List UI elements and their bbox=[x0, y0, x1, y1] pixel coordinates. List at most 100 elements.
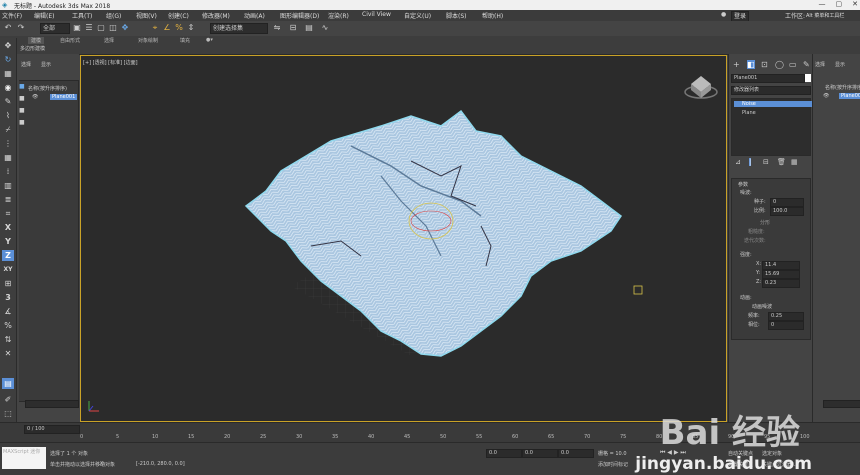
grid-icon[interactable]: ▥ bbox=[2, 180, 14, 191]
menu-scripting[interactable]: 脚本(S) bbox=[446, 11, 467, 20]
ribbon-tab-selection[interactable]: 选择 bbox=[104, 37, 114, 44]
strength-y-field[interactable]: 15.69 bbox=[762, 270, 800, 279]
fractal-checkbox[interactable]: 分形 bbox=[760, 219, 770, 226]
menu-tools[interactable]: 工具(T) bbox=[72, 11, 92, 20]
mirror-tool-icon[interactable]: ⬚ bbox=[2, 408, 14, 419]
scene-tab-select[interactable]: 选择 bbox=[21, 61, 31, 68]
add-time-tag[interactable]: 添加时间标记 bbox=[598, 461, 628, 468]
filter-shapes-icon[interactable]: ■ bbox=[19, 95, 25, 102]
menu-animation[interactable]: 动画(A) bbox=[244, 11, 265, 20]
ribbon-options-icon[interactable]: ●▾ bbox=[206, 37, 213, 43]
toggle-ribbon-icon[interactable]: ▤ bbox=[2, 378, 14, 389]
right-scrollbar[interactable] bbox=[823, 400, 860, 408]
right-tab-display[interactable]: 显示 bbox=[835, 61, 845, 68]
pin-stack-icon[interactable]: ⊿ bbox=[735, 158, 741, 166]
strength-x-field[interactable]: 11.4 bbox=[762, 261, 800, 270]
align-tool-icon[interactable]: ≣ bbox=[2, 194, 14, 205]
modifier-list-dropdown[interactable]: 修改器列表 bbox=[731, 86, 811, 95]
angle-snap-icon[interactable]: ∠ bbox=[162, 23, 172, 33]
slice-icon[interactable]: ⌿ bbox=[2, 124, 14, 135]
menu-create[interactable]: 创建(C) bbox=[168, 11, 189, 20]
rotate-tool-icon[interactable]: ↻ bbox=[2, 54, 14, 65]
stack-item-noise[interactable]: Noise bbox=[734, 101, 816, 107]
phase-field[interactable]: 0 bbox=[768, 321, 804, 330]
menu-view[interactable]: 视图(V) bbox=[136, 11, 157, 20]
maxscript-listener[interactable]: MAXScript 迷你 bbox=[2, 447, 46, 469]
redo-icon[interactable]: ↷ bbox=[16, 23, 26, 33]
axis-y-icon[interactable]: Y bbox=[2, 236, 14, 247]
y-coord-field[interactable]: 0.0 bbox=[522, 449, 558, 458]
mirror-icon[interactable]: ⇋ bbox=[272, 23, 282, 33]
viewport-canvas[interactable] bbox=[81, 56, 727, 422]
paint-icon[interactable]: ✎ bbox=[2, 96, 14, 107]
scene-scrollbar[interactable] bbox=[25, 400, 79, 408]
array-icon[interactable]: ▦ bbox=[2, 152, 14, 163]
object-color-swatch[interactable] bbox=[805, 74, 811, 82]
menu-group[interactable]: 组(G) bbox=[106, 11, 121, 20]
layer-explorer-icon[interactable]: ▤ bbox=[304, 23, 314, 33]
scale-field[interactable]: 100.0 bbox=[770, 207, 804, 216]
select-object-icon[interactable]: ▣ bbox=[72, 23, 82, 33]
scene-item-plane001[interactable]: Plane001 bbox=[50, 94, 78, 100]
animate-noise-checkbox[interactable]: 动画噪波 bbox=[752, 303, 772, 310]
ribbon-tab-object-paint[interactable]: 对象绘制 bbox=[138, 37, 158, 44]
select-by-name-icon[interactable]: ☰ bbox=[84, 23, 94, 33]
modify-tab-icon[interactable]: ◧ bbox=[747, 60, 755, 69]
object-name-field[interactable]: Plane001 bbox=[731, 74, 805, 83]
right-eye-icon[interactable]: 👁 bbox=[823, 93, 829, 99]
remove-modifier-icon[interactable]: 🗑 bbox=[777, 158, 786, 166]
snap-icon[interactable]: ⌗ bbox=[2, 208, 14, 219]
menu-edit[interactable]: 编辑(E) bbox=[34, 11, 54, 20]
menu-modifiers[interactable]: 修改器(M) bbox=[202, 11, 230, 20]
snap-toggle-icon[interactable]: ⌖ bbox=[150, 23, 160, 33]
menu-rendering[interactable]: 渲染(R) bbox=[328, 11, 349, 20]
close-button[interactable]: ✕ bbox=[852, 0, 858, 8]
create-tab-icon[interactable]: + bbox=[733, 60, 740, 69]
seed-field[interactable]: 0 bbox=[770, 198, 804, 207]
right-tab-select[interactable]: 选择 bbox=[815, 61, 825, 68]
selection-filter-dropdown[interactable]: 全部 bbox=[40, 23, 70, 34]
scale-tool-icon[interactable]: ▦ bbox=[2, 68, 14, 79]
edge-tool-icon[interactable]: ⌇ bbox=[2, 110, 14, 121]
percent-icon[interactable]: % bbox=[2, 320, 14, 331]
named-selection-dropdown[interactable]: 创建选择集 bbox=[210, 23, 268, 34]
align-icon[interactable]: ⊟ bbox=[288, 23, 298, 33]
connect-icon[interactable]: ⋮ bbox=[2, 138, 14, 149]
time-slider[interactable]: 0 / 100 bbox=[24, 425, 80, 434]
ribbon-tab-freeform[interactable]: 自由形式 bbox=[60, 37, 80, 44]
ribbon-tab-populate[interactable]: 填充 bbox=[180, 37, 190, 44]
curve-editor-icon[interactable]: ∿ bbox=[320, 23, 330, 33]
selection-lock-icon[interactable]: ✕ bbox=[2, 348, 14, 359]
flyout-icon[interactable]: ⊞ bbox=[2, 278, 14, 289]
ribbon-tab-modeling[interactable]: 建模 bbox=[28, 37, 45, 44]
menu-customize[interactable]: 自定义(U) bbox=[404, 11, 431, 20]
axis-x-icon[interactable]: X bbox=[2, 222, 14, 233]
filter-lights-icon[interactable]: ■ bbox=[19, 107, 25, 114]
snap-3d-icon[interactable]: 3 bbox=[2, 292, 14, 303]
sphere-icon[interactable]: ◉ bbox=[2, 82, 14, 93]
rect-selection-icon[interactable]: ▢ bbox=[96, 23, 106, 33]
hierarchy-tab-icon[interactable]: ⊡ bbox=[761, 60, 768, 69]
maximize-button[interactable]: ▢ bbox=[836, 0, 843, 8]
make-unique-icon[interactable]: ⊟ bbox=[763, 158, 769, 166]
angle-icon[interactable]: ∡ bbox=[2, 306, 14, 317]
motion-tab-icon[interactable]: ◯ bbox=[775, 60, 784, 69]
perspective-viewport[interactable]: [+] [透视] [标准] [边面] bbox=[80, 55, 727, 422]
spinner-icon[interactable]: ⇅ bbox=[2, 334, 14, 345]
menu-help[interactable]: 帮助(H) bbox=[482, 11, 503, 20]
menu-file[interactable]: 文件(F) bbox=[2, 11, 22, 20]
axis-z-icon[interactable]: Z bbox=[2, 250, 14, 261]
show-end-result-icon[interactable]: | bbox=[749, 158, 752, 166]
stack-item-plane[interactable]: Plane bbox=[742, 110, 756, 116]
minimize-button[interactable]: — bbox=[819, 0, 826, 8]
window-crossing-icon[interactable]: ◫ bbox=[108, 23, 118, 33]
x-coord-field[interactable]: 0.0 bbox=[486, 449, 522, 458]
workspace-dropdown[interactable]: Alt 菜单和工具栏 bbox=[806, 12, 844, 19]
spinner-snap-icon[interactable]: ⇕ bbox=[186, 23, 196, 33]
strength-z-field[interactable]: 0.23 bbox=[762, 279, 800, 288]
axis-xy-icon[interactable]: XY bbox=[2, 264, 14, 275]
scene-tab-display[interactable]: 显示 bbox=[41, 61, 51, 68]
display-tab-icon[interactable]: ▭ bbox=[789, 60, 797, 69]
right-scene-item[interactable]: Plane001 bbox=[839, 93, 860, 99]
move-icon[interactable]: ✥ bbox=[120, 23, 130, 33]
